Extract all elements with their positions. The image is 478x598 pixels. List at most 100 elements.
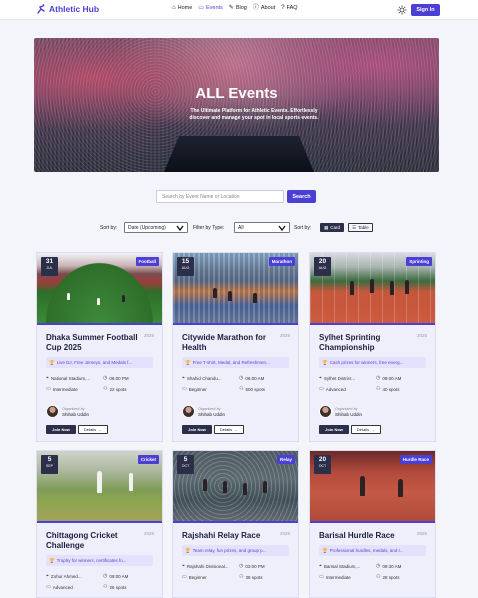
arrow-right-icon: →	[98, 427, 103, 432]
event-title[interactable]: Citywide Marathon for Health	[182, 333, 277, 353]
chevron-down-icon	[278, 225, 286, 231]
users-icon: ⚇	[103, 584, 108, 590]
arrow-right-icon: →	[234, 427, 239, 432]
arrow-right-icon: →	[371, 427, 376, 432]
nav-blog[interactable]: ✎ Blog	[229, 5, 247, 11]
time: ◷ 06:00 AM	[239, 375, 264, 381]
nav-about-label: About	[260, 5, 276, 11]
spots: ⚇ 28 spots	[376, 574, 400, 580]
category-badge: Hurdle Race	[399, 455, 432, 464]
event-title[interactable]: Barisal Hurdle Race	[319, 531, 414, 541]
time-text: 06:00 AM	[245, 375, 265, 381]
search-input[interactable]: Search by Event Name or Location	[156, 190, 284, 203]
date-badge: 20 OCT	[314, 455, 331, 474]
table-icon: ☰	[352, 224, 357, 230]
prize-text: Trophy for winners, certificates fo...	[56, 558, 127, 563]
level-icon: ▭	[46, 386, 51, 392]
trophy-icon: 🏆	[322, 547, 328, 553]
card-view-button[interactable]: ▦ Card	[320, 223, 345, 232]
event-card: 5 SEP Cricket Chittagong Cricket Challen…	[36, 450, 163, 598]
organizer-name: Shihab Uddin	[198, 411, 226, 417]
view-label: Sort by:	[294, 225, 312, 231]
card-divider	[173, 521, 298, 523]
date-day: 31	[45, 258, 54, 265]
event-card: 31 JUL Football Dhaka Summer Football Cu…	[36, 252, 163, 442]
sign-in-button[interactable]: Sign In	[411, 4, 440, 16]
nav-home[interactable]: ⌂ Home	[172, 5, 192, 11]
date-month: OCT	[181, 464, 190, 468]
calendar-icon: ▭	[198, 5, 204, 11]
date-month: SEP	[45, 464, 53, 468]
details-button[interactable]: Details →	[351, 425, 381, 434]
spots-text: 28 spots	[382, 574, 400, 580]
home-icon: ⌂	[172, 5, 176, 11]
sort-select[interactable]: Date (Upcoming)	[124, 222, 188, 233]
sort-value: Date (Upcoming)	[128, 224, 166, 231]
join-now-button[interactable]: Join Now	[46, 425, 76, 434]
event-title[interactable]: Rajshahi Relay Race	[182, 531, 277, 541]
prize-banner: 🏆 Team relay, fun prizes, and group p...	[182, 545, 289, 556]
nav-events-label: Events	[205, 5, 223, 11]
navbar: Athletic Hub ⌂ Home ▭ Events ✎ Blog ⓘ Ab…	[0, 0, 478, 20]
level-icon: ▭	[319, 386, 324, 392]
event-title[interactable]: Chittagong Cricket Challenge	[46, 531, 141, 551]
chevron-down-icon	[176, 225, 184, 231]
level: ▭ Advanced	[319, 386, 346, 392]
join-now-button[interactable]: Join Now	[319, 425, 349, 434]
avatar	[319, 405, 332, 418]
trophy-icon: 🏆	[322, 359, 328, 365]
table-view-button[interactable]: ☰ Table	[348, 223, 373, 232]
event-card: 20 OCT Hurdle Race Barisal Hurdle Race 2…	[309, 450, 436, 598]
level: ▭ Intermediate	[46, 386, 78, 392]
question-icon: ?	[281, 5, 285, 11]
prize-text: Live DJ, Free Jerseys, and Medals f...	[56, 360, 133, 365]
time-text: 09:00 AM	[109, 573, 129, 579]
clock-icon: ◷	[239, 375, 244, 381]
search-button[interactable]: Search	[287, 190, 316, 203]
card-divider	[173, 323, 298, 325]
nav-about[interactable]: ⓘ About	[253, 5, 275, 11]
location: ⌖ Sylhet District...	[319, 375, 355, 381]
hero-subtitle: The Ultimate Platform for Athletic Event…	[189, 108, 319, 121]
event-title[interactable]: Dhaka Summer Football Cup 2025	[46, 333, 141, 353]
category-badge: Marathon	[268, 257, 295, 266]
nav-faq[interactable]: ? FAQ	[281, 5, 297, 11]
location-icon: ⌖	[319, 375, 322, 381]
date-badge: 31 JUL	[41, 257, 58, 276]
prize-text: Cash prizes for winners, free energ...	[329, 360, 404, 365]
type-select[interactable]: All	[234, 222, 290, 233]
event-year: 2025	[143, 531, 154, 536]
organizer-name: Shihab Uddin	[62, 411, 90, 417]
spots-text: 38 spots	[245, 574, 263, 580]
prize-text: Free T-shirt, Medal, and Refreshmen...	[192, 360, 270, 365]
category-badge: Sprinting	[406, 257, 432, 266]
sort-label: Sort by:	[100, 225, 118, 231]
event-image[interactable]: 31 JUL Football	[37, 253, 162, 323]
event-image[interactable]: 5 SEP Cricket	[37, 451, 162, 521]
event-image[interactable]: 20 OCT Hurdle Race	[310, 451, 435, 521]
time: ◷ 03:00 PM	[239, 563, 265, 569]
event-image[interactable]: 5 OCT Relay	[173, 451, 298, 521]
info-icon: ⓘ	[252, 5, 259, 11]
event-image[interactable]: 15 AUG Marathon	[173, 253, 298, 323]
level-icon: ▭	[182, 386, 187, 392]
category-badge: Cricket	[137, 455, 159, 464]
join-now-button[interactable]: Join Now	[182, 425, 212, 434]
event-year: 2025	[416, 333, 427, 338]
organizer: Organized by Shihab Uddin	[319, 405, 362, 418]
event-title[interactable]: Sylhet Sprinting Championship	[319, 333, 414, 353]
brand-name: Athletic Hub	[49, 4, 100, 14]
nav-events[interactable]: ▭ Events	[198, 5, 223, 11]
level-text: Advanced	[52, 584, 73, 590]
spots: ⚇ 26 spots	[103, 584, 127, 590]
location: ⌖ National Stadium,...	[46, 375, 90, 381]
event-image[interactable]: 20 AUG Sprinting	[310, 253, 435, 323]
grid-icon: ▦	[324, 224, 329, 230]
details-button[interactable]: Details →	[214, 425, 244, 434]
sun-icon[interactable]	[397, 5, 407, 15]
details-button[interactable]: Details →	[78, 425, 108, 434]
brand[interactable]: Athletic Hub	[36, 4, 99, 14]
time: ◷ 09:00 AM	[376, 375, 401, 381]
time: ◷ 06:00 PM	[103, 375, 129, 381]
event-card: 20 AUG Sprinting Sylhet Sprinting Champi…	[309, 252, 436, 442]
